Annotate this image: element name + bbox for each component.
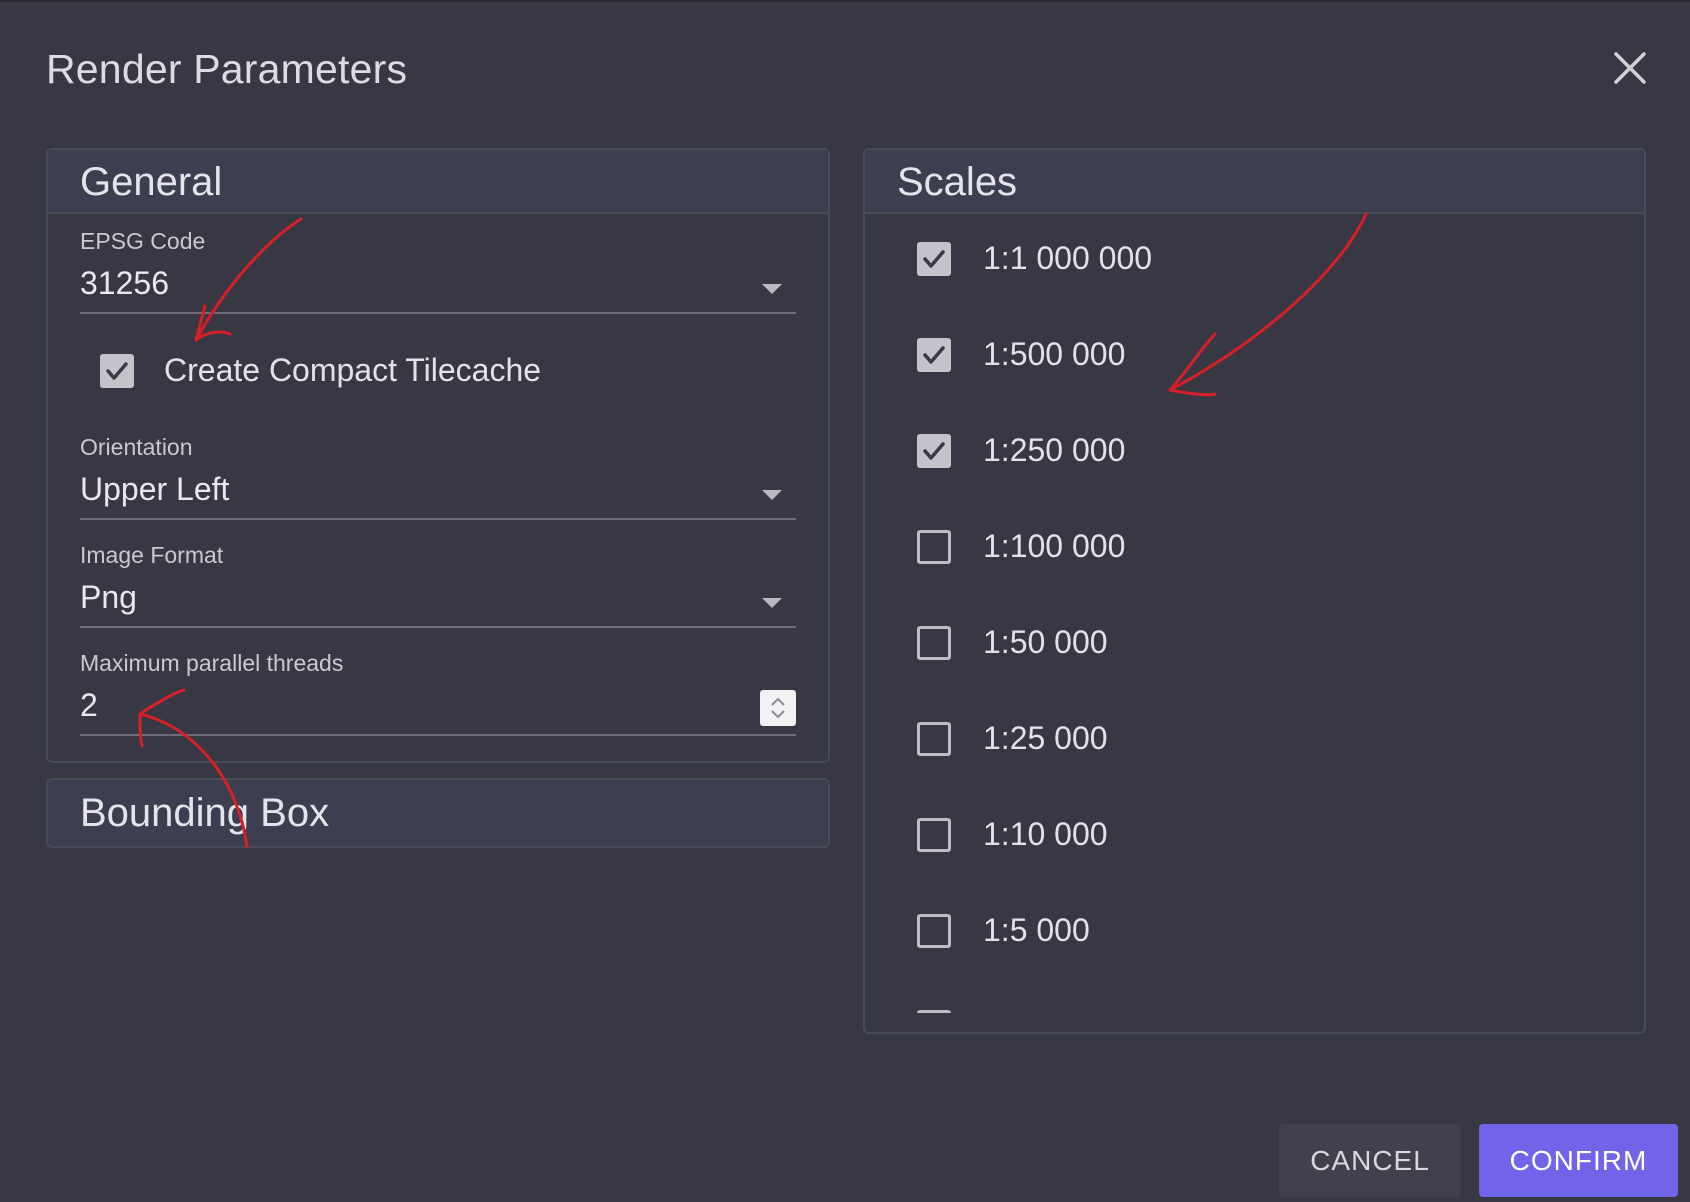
scale-label: 1:1 000 000	[983, 240, 1153, 276]
epsg-code-value: 31256	[80, 265, 169, 301]
scales-list[interactable]: 1:1 000 000 1:500 000 1:250 000 1:100 00…	[865, 214, 1644, 1032]
scales-panel-header[interactable]: Scales	[865, 150, 1644, 214]
scale-item[interactable]: 1:25 000	[917, 720, 1517, 762]
scale-checkbox-icon[interactable]	[917, 914, 951, 948]
field-underline	[80, 734, 796, 736]
scale-item[interactable]: 1:1 000 000	[917, 240, 1517, 282]
scale-item[interactable]: 1:10 000	[917, 816, 1517, 858]
general-panel-header[interactable]: General	[48, 150, 828, 214]
chevron-down-icon[interactable]	[762, 598, 782, 608]
confirm-button[interactable]: CONFIRM	[1479, 1124, 1678, 1197]
number-spinner-icon[interactable]	[760, 690, 796, 726]
scale-checkbox-icon[interactable]	[917, 530, 951, 564]
field-underline	[80, 626, 796, 628]
bounding-box-panel[interactable]: Bounding Box	[46, 778, 830, 848]
image-format-select[interactable]: Image Format Png	[80, 542, 796, 628]
orientation-label: Orientation	[80, 434, 193, 460]
chevron-down-icon[interactable]	[762, 284, 782, 294]
image-format-value: Png	[80, 579, 137, 615]
scale-label: 1:5 000	[983, 912, 1090, 948]
scale-checkbox-icon[interactable]	[917, 242, 951, 276]
scale-checkbox-icon[interactable]	[917, 626, 951, 660]
close-icon[interactable]	[1610, 48, 1650, 88]
scale-checkbox-icon[interactable]	[917, 722, 951, 756]
epsg-code-label: EPSG Code	[80, 228, 206, 254]
scale-label: 1:50 000	[983, 624, 1108, 660]
image-format-label: Image Format	[80, 542, 224, 568]
cancel-button[interactable]: CANCEL	[1279, 1124, 1461, 1197]
orientation-value: Upper Left	[80, 471, 230, 507]
checkbox-checked-icon[interactable]	[100, 354, 134, 388]
scale-label: 1:10 000	[983, 816, 1108, 852]
compact-tilecache-label: Create Compact Tilecache	[164, 352, 542, 388]
scale-checkbox-icon[interactable]	[917, 434, 951, 468]
scale-item[interactable]: 1:500 000	[917, 336, 1517, 378]
bounding-box-header[interactable]: Bounding Box	[48, 780, 828, 846]
max-threads-label: Maximum parallel threads	[80, 650, 344, 676]
orientation-select[interactable]: Orientation Upper Left	[80, 434, 796, 520]
field-underline	[80, 312, 796, 314]
max-threads-value[interactable]: 2	[80, 687, 796, 724]
epsg-code-select[interactable]: EPSG Code 31256	[80, 228, 796, 314]
scale-item[interactable]: 1:100 000	[917, 528, 1517, 570]
scale-label: 1:500 000	[983, 336, 1126, 372]
scale-checkbox-icon[interactable]	[917, 338, 951, 372]
scale-label: 1:100 000	[983, 528, 1126, 564]
scale-item[interactable]: 1:50 000	[917, 624, 1517, 666]
compact-tilecache-checkbox[interactable]: Create Compact Tilecache	[100, 352, 600, 394]
general-panel: General EPSG Code 31256 Create Compact T…	[46, 148, 830, 763]
scales-panel: Scales 1:1 000 000 1:500 000 1:250 000 1…	[863, 148, 1646, 1034]
scale-item[interactable]: 1:250 000	[917, 432, 1517, 474]
scale-item[interactable]: 1:5 000	[917, 912, 1517, 954]
scale-checkbox-partial-icon[interactable]	[917, 1010, 951, 1017]
dialog-title: Render Parameters	[46, 46, 408, 92]
scale-label: 1:250 000	[983, 432, 1126, 468]
max-threads-input[interactable]: Maximum parallel threads 2	[80, 650, 796, 736]
field-underline	[80, 518, 796, 520]
scale-checkbox-icon[interactable]	[917, 818, 951, 852]
render-parameters-dialog: Render Parameters General EPSG Code 3125…	[0, 0, 1690, 1202]
scale-label: 1:25 000	[983, 720, 1108, 756]
chevron-down-icon[interactable]	[762, 490, 782, 500]
